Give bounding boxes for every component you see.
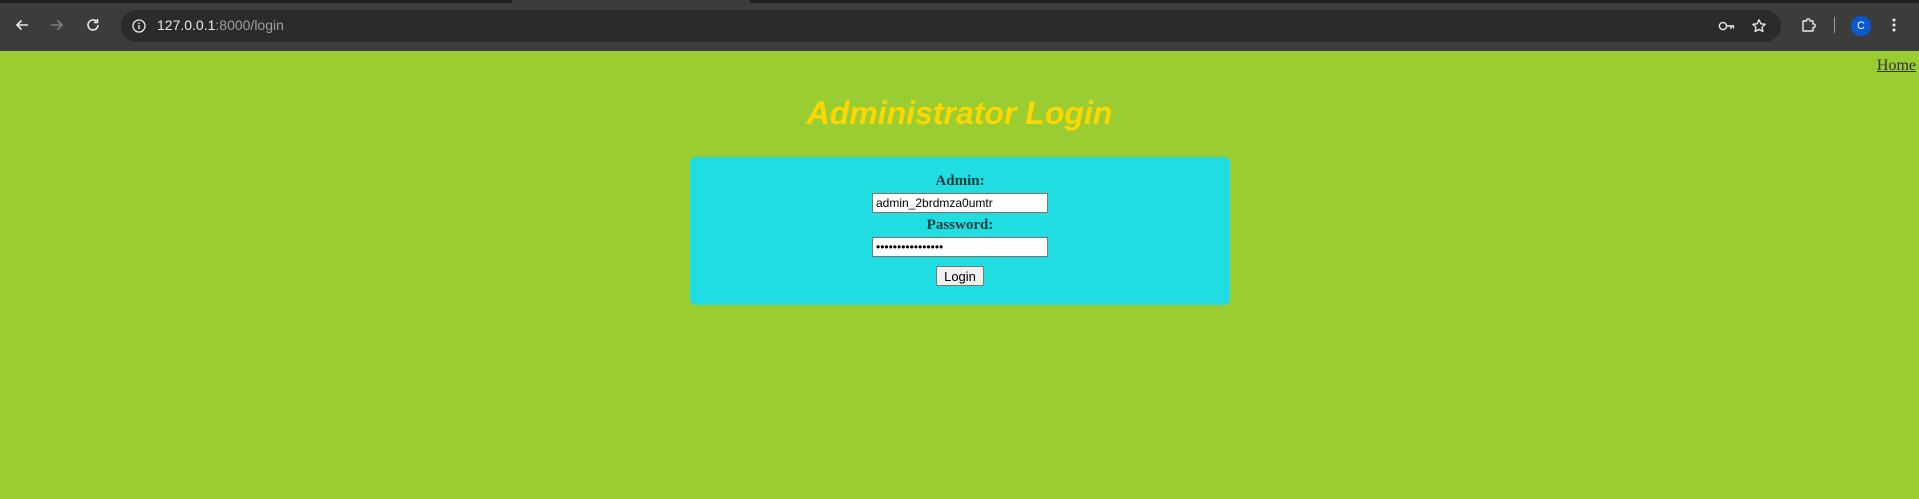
forward-arrow-icon	[51, 19, 64, 31]
site-info-button[interactable]	[129, 16, 149, 36]
bookmark-button[interactable]	[1749, 16, 1769, 36]
star-icon	[1752, 19, 1766, 33]
browser-menu-button[interactable]	[1883, 14, 1905, 36]
reload-icon	[87, 19, 99, 31]
tab-strip-edge	[750, 0, 1919, 3]
password-manager-button[interactable]	[1717, 16, 1737, 36]
tab-strip-edge	[0, 0, 512, 3]
back-button[interactable]	[9, 12, 35, 38]
admin-label: Admin:	[935, 173, 985, 189]
puzzle-icon	[1802, 18, 1816, 32]
page-body: Home Administrator Login Admin: Password…	[0, 51, 1919, 499]
password-label: Password:	[926, 217, 994, 233]
url-text: 127.0.0.1:8000/login	[157, 17, 284, 33]
forward-button[interactable]	[44, 12, 70, 38]
profile-avatar[interactable]: C	[1851, 16, 1871, 36]
key-icon	[1718, 21, 1735, 31]
toolbar-divider	[1834, 17, 1835, 33]
extensions-button[interactable]	[1798, 14, 1820, 36]
back-arrow-icon	[15, 19, 28, 31]
page-title: Administrator Login	[806, 95, 1113, 131]
home-link[interactable]: Home	[1877, 57, 1916, 75]
admin-username-input[interactable]	[872, 193, 1048, 213]
url-host: 127.0.0.1	[157, 17, 216, 33]
address-bar[interactable]: 127.0.0.1:8000/login	[121, 10, 1781, 42]
login-button[interactable]: Login	[936, 266, 984, 286]
browser-toolbar: 127.0.0.1:8000/login C	[0, 0, 1919, 51]
reload-button[interactable]	[80, 12, 106, 38]
login-form: Admin: Password: Login	[690, 157, 1230, 305]
password-input[interactable]	[872, 237, 1048, 257]
url-path: :8000/login	[215, 17, 284, 33]
kebab-menu-icon	[1892, 18, 1896, 32]
info-icon	[132, 19, 146, 33]
